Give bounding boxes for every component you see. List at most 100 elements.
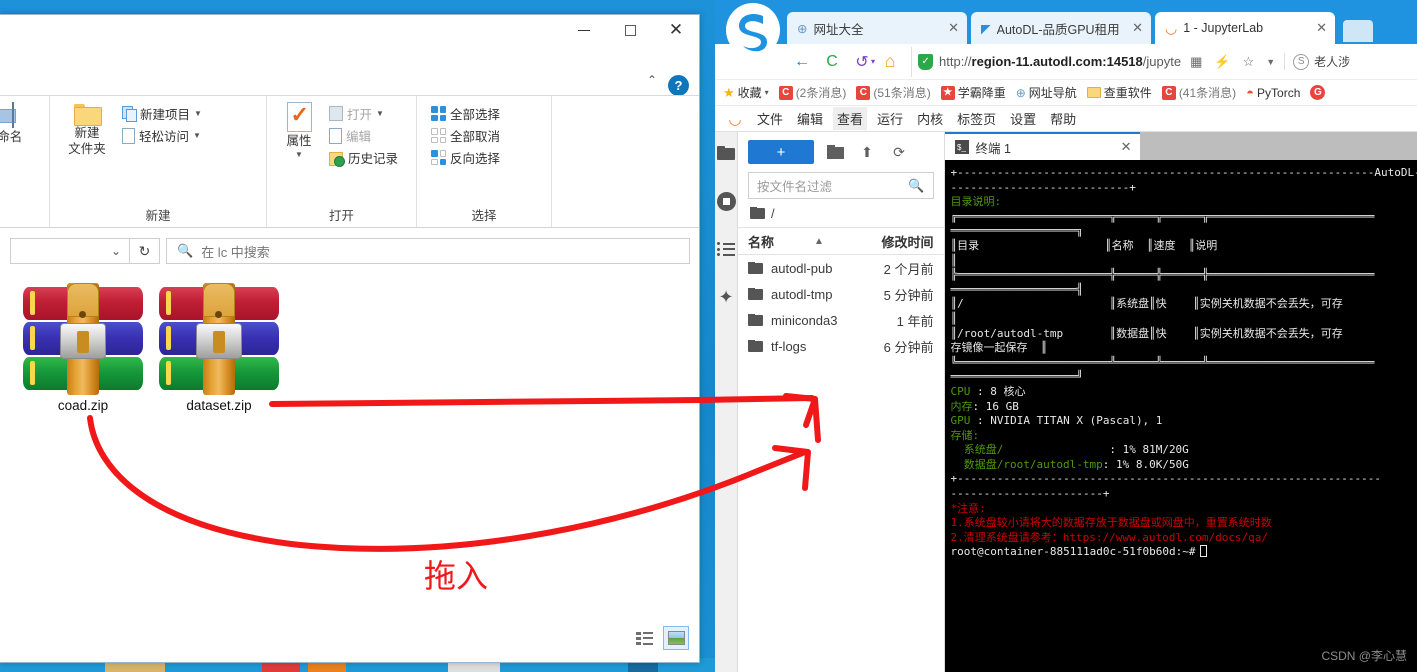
extensions-puzzle-icon[interactable]: ✦ [715,286,737,308]
menu-item-file[interactable]: 文件 [757,109,783,128]
terminal-note-2-url[interactable]: https://www.autodl.com/docs/qa/ [1063,531,1268,544]
file-browser-toolbar[interactable]: + ⬆ ⟳ [738,132,944,172]
bookmark-item[interactable]: G [1310,85,1326,100]
easy-access-button[interactable]: 轻松访问 ▼ [122,126,202,145]
new-folder-icon[interactable] [824,141,846,163]
open-button[interactable]: 打开 ▼ [329,104,398,123]
file-row[interactable]: miniconda3 1 年前 [738,307,944,333]
file-row[interactable]: autodl-pub 2 个月前 [738,255,944,281]
breadcrumb[interactable]: / [738,199,944,227]
chevron-down-icon[interactable]: ▼ [1263,57,1278,67]
bookmark-item[interactable]: ★ 学霸降重 [940,84,1006,101]
large-icons-view-button[interactable] [663,626,689,650]
browser-tab[interactable]: ⊕ 网址大全 ✕ [787,12,967,44]
new-launcher-button[interactable]: + [748,140,814,164]
explorer-title-bar[interactable]: ✕ [0,15,699,61]
menu-item-help[interactable]: 帮助 [1050,109,1076,128]
ribbon-group-organize[interactable]: 重命名 [0,96,50,227]
menu-item-edit[interactable]: 编辑 [797,109,823,128]
file-item[interactable]: dataset.zip [154,283,284,413]
address-bar[interactable]: ⌄ [10,238,130,264]
terminal-output[interactable]: +---------------------------------------… [944,160,1417,672]
file-item[interactable]: coad.zip [18,283,148,413]
ribbon-group-open[interactable]: 属性 ▼ 打开 ▼ 编辑 历史记录 [267,96,417,227]
jupyterlab-menu-bar[interactable]: ◡ 文件 编辑 查看 运行 内核 标签页 设置 帮助 [715,106,1417,132]
reload-button[interactable]: C [817,47,847,77]
maximize-button[interactable] [607,15,653,45]
folder-icon[interactable] [715,142,737,164]
file-explorer-window[interactable]: ✕ ⌃ ? 重命名 新建 文件夹 [0,14,700,663]
column-header-modified[interactable]: 修改时间 [838,232,933,251]
home-button[interactable]: ⌂ [875,47,905,77]
search-icon[interactable]: 🔍 [908,178,924,194]
terminal-tab[interactable]: $_ 终端 1 ✕ [944,132,1140,160]
bookmark-item[interactable]: ◓ PyTorch [1246,85,1300,100]
close-button[interactable]: ✕ [653,15,699,45]
filter-files-input[interactable]: 按文件名过滤 🔍 [748,172,934,199]
bookmark-item[interactable]: C (51条消息) [856,84,931,101]
terminal-tab-bar[interactable]: $_ 终端 1 ✕ [944,132,1417,160]
search-input[interactable]: 🔍 在 lc 中搜索 [166,238,690,264]
chevron-down-icon[interactable]: ▼ [194,109,202,118]
back-button[interactable]: ← [787,47,817,77]
chevron-down-icon[interactable]: ▼ [376,109,384,118]
jupyterlab-main-area[interactable]: $_ 终端 1 ✕ +-----------------------------… [944,132,1417,672]
file-row[interactable]: autodl-tmp 5 分钟前 [738,281,944,307]
minimize-button[interactable] [561,15,607,45]
explorer-address-row[interactable]: ⌄ ↻ 🔍 在 lc 中搜索 [0,229,699,273]
chevron-down-icon[interactable]: ⌄ [111,244,121,258]
menu-item-settings[interactable]: 设置 [1010,109,1036,128]
refresh-button[interactable]: ↻ [130,238,160,264]
close-tab-icon[interactable]: ✕ [942,20,959,36]
qr-code-icon[interactable]: ▦ [1187,54,1205,70]
properties-button[interactable]: 属性 ▼ [273,100,325,160]
menu-item-tabs[interactable]: 标签页 [957,109,996,128]
chevron-down-icon[interactable]: ▼ [193,131,201,140]
help-button[interactable]: ? [668,75,689,96]
chevron-down-icon[interactable]: ▼ [295,150,303,160]
browser-nav-row[interactable]: ← C ↺ ▾ ⌂ ✓ http://region-11.autodl.com:… [715,44,1417,80]
new-tab-button[interactable] [1343,20,1373,42]
invert-selection-button[interactable]: 反向选择 [431,148,500,167]
bookmark-item[interactable]: 查重软件 [1086,84,1152,101]
history-button[interactable]: 历史记录 [329,148,398,167]
browser-tab-strip[interactable]: ⊕ 网址大全 ✕ ◤ AutoDL-品质GPU租用平 ✕ ◡ 1 - Jupyt… [715,0,1417,57]
menu-item-kernel[interactable]: 内核 [917,109,943,128]
close-tab-icon[interactable]: ✕ [1126,20,1143,36]
browser-tab[interactable]: ◤ AutoDL-品质GPU租用平 ✕ [971,12,1151,44]
ribbon-group-new[interactable]: 新建 文件夹 新建项目 ▼ 轻松访问 ▼ 新建 [50,96,267,227]
sort-ascending-icon[interactable]: ▲ [814,236,824,247]
ribbon-group-select[interactable]: 全部选择 全部取消 反向选择 选择 [417,96,552,227]
jupyterlab-left-rail[interactable]: ✦ [715,132,738,672]
lightning-icon[interactable]: ⚡ [1211,54,1233,70]
url-bar[interactable]: ✓ http://region-11.autodl.com:14518/jupy… [911,46,1417,77]
rename-button[interactable]: 重命名 [0,100,43,146]
new-item-button[interactable]: 新建项目 ▼ [122,104,202,123]
bookmarks-bar[interactable]: ★ 收藏 ▾ C (2条消息) C (51条消息) ★ 学霸降重 ⊕ 网址导航 … [715,80,1417,106]
collapse-ribbon-button[interactable]: ⌃ [647,73,657,87]
running-terminals-icon[interactable] [715,190,737,212]
refresh-icon[interactable]: ⟳ [888,141,910,163]
chevron-down-icon[interactable]: ▾ [765,88,769,97]
edit-button[interactable]: 编辑 [329,126,398,145]
commands-list-icon[interactable] [715,238,737,260]
bookmark-item[interactable]: C (2条消息) [778,84,846,101]
explorer-file-list[interactable]: coad.zip dataset.zip [0,273,699,633]
menu-item-view[interactable]: 查看 [833,107,868,130]
column-header-name-wrap[interactable]: 名称 ▲ [748,232,838,251]
menu-item-run[interactable]: 运行 [877,109,903,128]
bookmark-favorites[interactable]: ★ 收藏 ▾ [723,84,769,101]
select-all-button[interactable]: 全部选择 [431,104,500,123]
file-list-header[interactable]: 名称 ▲ 修改时间 [738,227,944,255]
view-mode-buttons[interactable] [631,626,689,650]
explorer-ribbon[interactable]: 重命名 新建 文件夹 新建项目 ▼ [0,95,699,228]
details-view-button[interactable] [631,626,657,650]
new-folder-button[interactable]: 新建 文件夹 [56,100,118,157]
browser-window[interactable]: ⊕ 网址大全 ✕ ◤ AutoDL-品质GPU租用平 ✕ ◡ 1 - Jupyt… [715,0,1417,672]
close-tab-icon[interactable]: ✕ [1310,20,1327,36]
jupyterlab-file-browser[interactable]: + ⬆ ⟳ 按文件名过滤 🔍 / 名称 ▲ 修改时间 autodl-pub 2 … [738,132,945,672]
browser-tab-active[interactable]: ◡ 1 - JupyterLab ✕ [1155,12,1335,44]
star-icon[interactable]: ☆ [1240,54,1258,70]
account-area[interactable]: S 老人涉 [1284,53,1350,70]
file-row[interactable]: tf-logs 6 分钟前 [738,333,944,359]
